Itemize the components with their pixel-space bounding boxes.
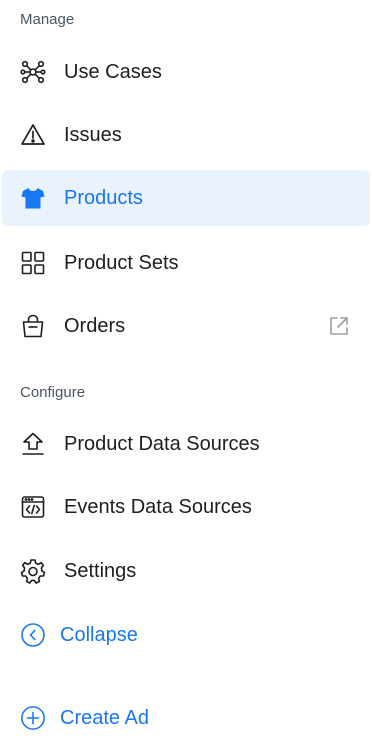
gear-icon <box>20 558 46 584</box>
side-navigation: Manage Use Cases Issues Products Product… <box>0 0 372 744</box>
warning-triangle-icon <box>20 122 46 148</box>
create-ad-button[interactable]: Create Ad <box>20 702 149 734</box>
nav-label-events-data-sources: Events Data Sources <box>64 496 252 518</box>
code-window-icon <box>20 494 46 520</box>
external-link-icon[interactable] <box>328 315 350 337</box>
nav-item-product-sets[interactable]: Product Sets <box>2 235 370 291</box>
nav-label-use-cases: Use Cases <box>64 61 162 83</box>
nav-item-settings[interactable]: Settings <box>2 543 370 599</box>
nav-label-product-data-sources: Product Data Sources <box>64 433 260 455</box>
create-ad-label: Create Ad <box>60 707 149 729</box>
tshirt-icon <box>20 185 46 211</box>
network-nodes-icon <box>20 59 46 85</box>
nav-item-product-data-sources[interactable]: Product Data Sources <box>2 416 370 472</box>
plus-circle-icon <box>20 705 46 731</box>
nav-label-settings: Settings <box>64 560 137 582</box>
nav-item-issues[interactable]: Issues <box>2 107 370 163</box>
upload-arrow-icon <box>20 431 46 457</box>
nav-label-issues: Issues <box>64 124 122 146</box>
nav-item-use-cases[interactable]: Use Cases <box>2 44 370 100</box>
shopping-bag-icon <box>20 313 46 339</box>
nav-item-products[interactable]: Products <box>2 170 370 226</box>
chevron-left-circle-icon <box>20 622 46 648</box>
grid-icon <box>20 250 46 276</box>
section-title-configure: Configure <box>20 384 86 401</box>
collapse-button[interactable]: Collapse <box>20 619 138 651</box>
nav-item-orders[interactable]: Orders <box>2 298 370 354</box>
nav-item-events-data-sources[interactable]: Events Data Sources <box>2 479 370 535</box>
nav-label-product-sets: Product Sets <box>64 252 179 274</box>
nav-label-orders: Orders <box>64 315 126 337</box>
collapse-label: Collapse <box>60 624 138 646</box>
nav-label-products: Products <box>64 187 143 209</box>
section-title-manage: Manage <box>20 11 75 28</box>
